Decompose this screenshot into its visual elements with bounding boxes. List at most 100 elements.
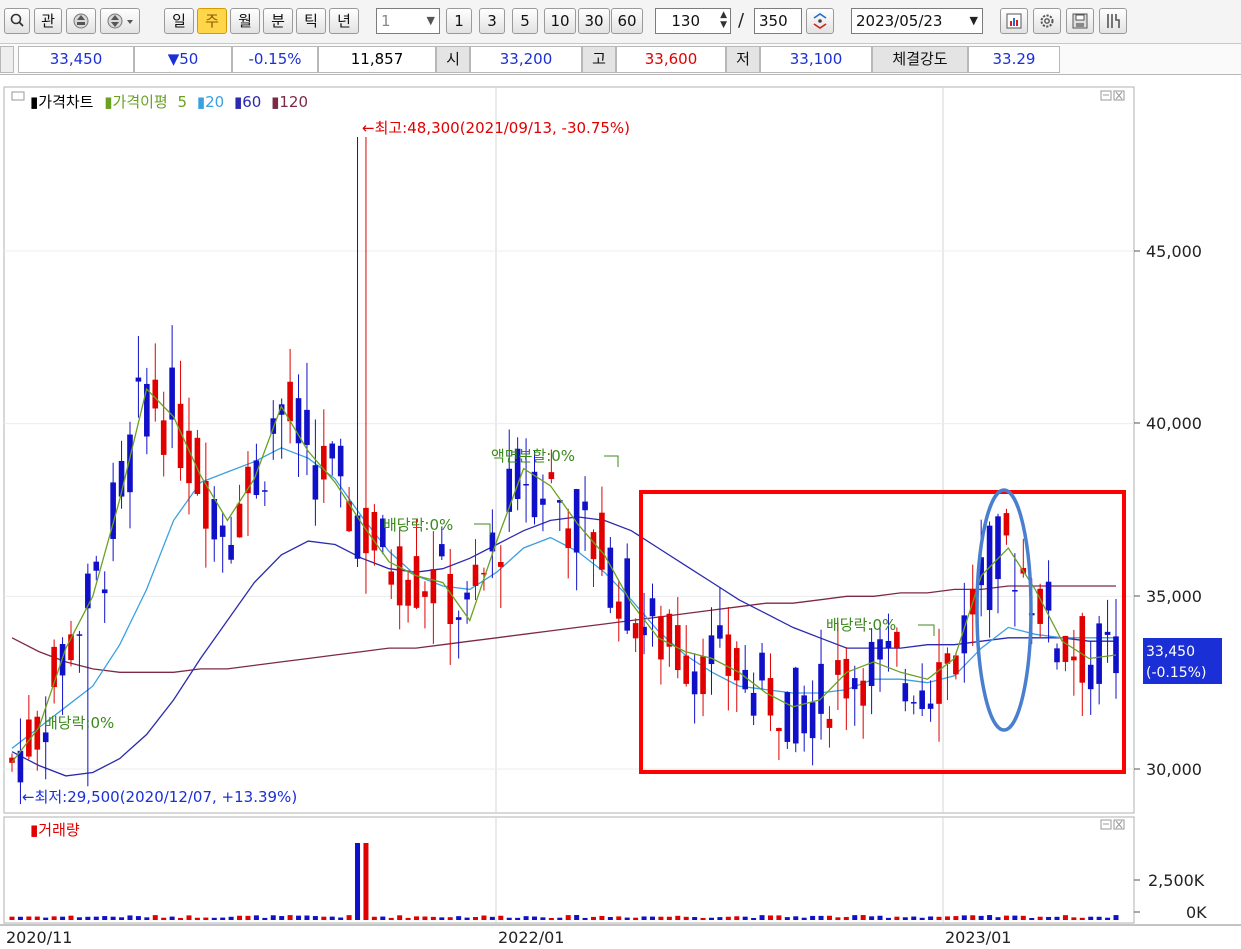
legend-ma120: 120 — [279, 93, 308, 111]
legend-toggle-icon[interactable] — [11, 91, 25, 101]
tab-minute[interactable]: 분 — [263, 8, 293, 34]
volume-bar — [439, 917, 445, 920]
volume-panel-restore-icon[interactable] — [1100, 819, 1112, 830]
candle-body — [135, 377, 142, 382]
candle-body — [624, 558, 631, 631]
open-price: 33,200 — [470, 46, 582, 73]
candle-body — [497, 562, 504, 567]
volume-bar — [548, 917, 554, 920]
candle-body — [219, 525, 226, 537]
volume-bar — [1029, 917, 1035, 920]
volume-bar — [76, 917, 82, 920]
candle-body — [1079, 616, 1086, 683]
volume-bar — [843, 916, 849, 920]
legend-ma60: 60 — [242, 93, 261, 111]
candle-body — [759, 652, 765, 681]
total-count-field[interactable]: 350 — [754, 8, 802, 34]
candle-body — [1012, 590, 1018, 592]
quick-period-5[interactable]: 5 — [512, 8, 538, 34]
volume-bar — [565, 915, 571, 920]
volume-bar — [456, 916, 462, 920]
candle-body — [304, 409, 310, 445]
save-disk-icon[interactable] — [1066, 8, 1094, 34]
settings-gear-icon[interactable] — [1033, 8, 1061, 34]
price-change: ▼50 — [134, 46, 232, 73]
volume-bar — [338, 917, 344, 920]
x-tick-label: 2023/01 — [945, 928, 1011, 947]
y-tick-label: 45,000 — [1146, 242, 1202, 261]
volume-bar — [936, 916, 942, 920]
candle-body — [1104, 631, 1111, 635]
volume-bar — [532, 916, 538, 920]
volume-bar — [144, 917, 150, 920]
price-change-pct: -0.15% — [232, 46, 318, 73]
candle-body — [101, 589, 108, 594]
search-icon[interactable] — [4, 8, 30, 34]
stock-chart[interactable]: ▮가격차트 ▮가격이평 5 ▮20 ▮60 ▮120 ▮거래량 ←최고:48,3… — [0, 75, 1241, 949]
quick-period-3[interactable]: 3 — [479, 8, 505, 34]
volume-bar — [902, 917, 908, 920]
high-label: 고 — [582, 46, 616, 73]
volume-bar — [312, 916, 318, 920]
up-down-stepper-icon[interactable] — [100, 8, 140, 34]
panel-close-icon[interactable] — [1113, 90, 1125, 101]
candle-body — [599, 512, 605, 570]
volume-bar — [405, 917, 411, 920]
candle-body — [363, 507, 369, 554]
volume-bar — [978, 915, 984, 920]
volume-bar — [1113, 915, 1119, 920]
volume-bar — [43, 917, 49, 920]
candle-body — [733, 648, 740, 681]
volume-bar — [944, 916, 950, 920]
date-picker[interactable]: 2023/05/23 ▼ — [851, 8, 983, 34]
volume-bar — [767, 915, 773, 920]
tab-day[interactable]: 일 — [164, 8, 194, 34]
candle-body — [776, 728, 782, 732]
candle-body — [354, 515, 361, 559]
candle-body — [1087, 664, 1094, 690]
candle-body — [523, 483, 529, 486]
mode-toggle-icon[interactable] — [66, 8, 96, 34]
volume-bar — [877, 915, 883, 920]
volume-tick-label: 0K — [1186, 903, 1207, 922]
bar-count-stepper[interactable]: 130 ▲ ▼ — [655, 8, 731, 34]
spin-arrows-icon: ▲ ▼ — [720, 10, 727, 30]
tab-week[interactable]: 주 — [197, 8, 227, 34]
refresh-icon[interactable] — [806, 8, 834, 34]
volume-bar — [119, 917, 125, 920]
volume-bar — [725, 916, 731, 920]
period-select[interactable]: 1 ▼ — [376, 8, 440, 34]
candle-body — [506, 468, 513, 512]
volume-bar — [734, 916, 740, 920]
candle-body — [186, 430, 192, 484]
volume-bar — [911, 916, 917, 920]
candle-body — [818, 663, 824, 714]
volume-bar — [818, 915, 824, 920]
volume-bar — [641, 916, 647, 920]
panel-restore-icon[interactable] — [1100, 90, 1112, 101]
tab-year[interactable]: 년 — [329, 8, 359, 34]
quick-period-60[interactable]: 60 — [611, 8, 643, 34]
tab-tick[interactable]: 틱 — [296, 8, 326, 34]
volume-bar — [1037, 916, 1043, 920]
volume-bar — [953, 916, 959, 920]
volume-bar — [675, 915, 681, 920]
quick-period-10[interactable]: 10 — [544, 8, 576, 34]
candle-body — [1045, 581, 1052, 611]
volume-bar — [1012, 915, 1018, 920]
volume-panel-close-icon[interactable] — [1113, 819, 1125, 830]
tools-icon[interactable] — [1099, 8, 1127, 34]
chart-type-icon[interactable] — [1000, 8, 1028, 34]
volume-bar — [885, 917, 891, 920]
candle-body — [894, 631, 900, 649]
gwan-button[interactable]: 관 — [34, 8, 62, 34]
candle-body — [877, 639, 883, 660]
quick-period-1[interactable]: 1 — [446, 8, 472, 34]
candle-body — [860, 680, 866, 706]
candle-body — [169, 367, 175, 420]
tab-month[interactable]: 월 — [230, 8, 260, 34]
volume-bar — [835, 917, 841, 920]
quick-period-30[interactable]: 30 — [578, 8, 610, 34]
candle-body — [413, 556, 420, 608]
candle-body — [632, 623, 639, 639]
